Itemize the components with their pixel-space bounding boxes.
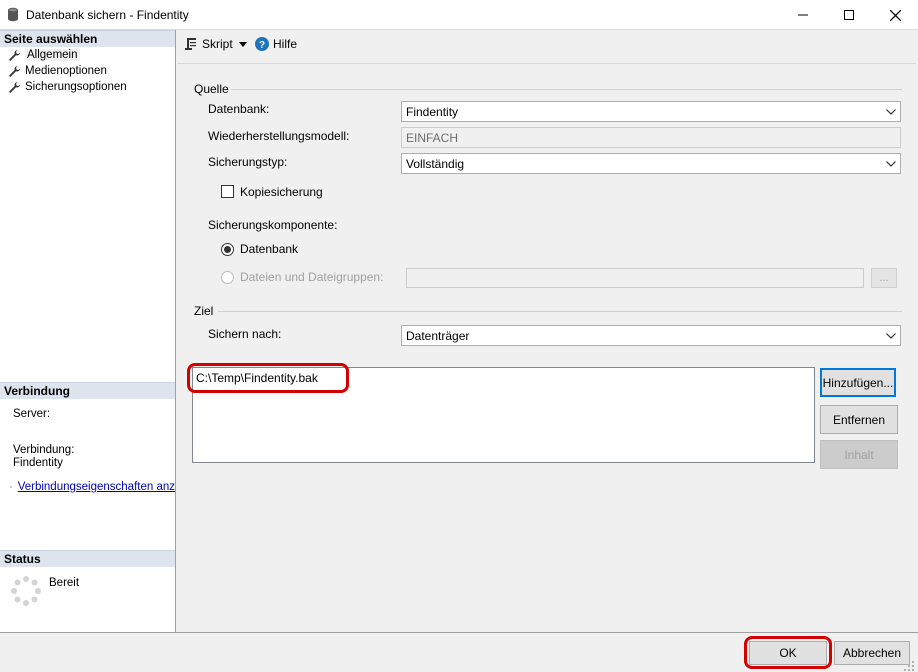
status-text: Bereit: [49, 577, 80, 589]
connection-plug-icon: [10, 486, 12, 488]
connection-label: Verbindung:: [13, 444, 75, 456]
maximize-button[interactable]: [826, 0, 872, 30]
backup-to-label: Sichern nach:: [208, 327, 282, 341]
remove-button[interactable]: Entfernen: [820, 405, 898, 434]
recovery-model-label: Wiederherstellungsmodell:: [208, 129, 350, 143]
left-panel: Seite auswählen Allgemein Medienoptionen…: [0, 30, 176, 632]
page-item-label: Allgemein: [25, 49, 80, 61]
svg-text:?: ?: [259, 40, 265, 51]
backup-type-label: Sicherungstyp:: [208, 155, 288, 169]
window-title: Datenbank sichern - Findentity: [26, 8, 189, 22]
backup-type-value: Vollständig: [406, 156, 465, 171]
help-label: Hilfe: [273, 37, 298, 51]
backup-component-label: Sicherungskomponente:: [208, 218, 338, 232]
source-group-line: [231, 89, 902, 90]
component-files-label: Dateien und Dateigruppen:: [240, 270, 384, 284]
component-files-radio[interactable]: [221, 271, 234, 284]
chevron-down-icon: [886, 332, 896, 339]
wrench-icon: [9, 65, 20, 77]
status-header: Status: [0, 550, 175, 567]
pages-header: Seite auswählen: [0, 30, 175, 47]
component-database-radio[interactable]: [221, 243, 234, 256]
progress-spinner-icon: [11, 576, 41, 606]
wrench-icon: [9, 81, 20, 93]
database-label: Datenbank:: [208, 102, 270, 116]
content-panel: Quelle Datenbank: Findentity Wiederherst…: [177, 63, 916, 632]
chevron-down-icon[interactable]: [239, 42, 247, 47]
backup-to-select[interactable]: Datenträger: [401, 325, 901, 346]
help-icon: ?: [255, 37, 269, 51]
backup-to-value: Datenträger: [406, 328, 470, 343]
database-icon: [8, 7, 18, 22]
minimize-icon: [798, 14, 808, 16]
recovery-model-value: EINFACH: [406, 130, 459, 145]
source-group-label: Quelle: [194, 82, 229, 96]
database-value: Findentity: [406, 104, 459, 119]
chevron-down-icon: [886, 108, 896, 115]
minimize-button[interactable]: [780, 0, 826, 30]
add-button[interactable]: Hinzufügen...: [820, 368, 896, 397]
connection-value: Findentity: [13, 457, 63, 469]
files-browse-button[interactable]: ...: [871, 268, 897, 288]
dialog-footer: OK Abbrechen: [0, 632, 918, 672]
page-item-sicherungsoptionen[interactable]: Sicherungsoptionen: [8, 79, 127, 95]
close-icon: [889, 9, 901, 21]
script-icon: [185, 38, 196, 50]
page-item-medienoptionen[interactable]: Medienoptionen: [8, 63, 107, 79]
destination-group-line: [218, 311, 902, 312]
maximize-icon: [844, 10, 854, 20]
backup-type-select[interactable]: Vollständig: [401, 153, 901, 174]
connection-properties-row: Verbindungseigenschaften anz: [10, 480, 175, 494]
help-button[interactable]: ? Hilfe: [255, 37, 297, 51]
copy-only-label: Kopiesicherung: [240, 185, 323, 199]
chevron-down-icon: [886, 160, 896, 167]
resize-grip-icon[interactable]: [903, 660, 915, 672]
page-item-allgemein[interactable]: Allgemein: [8, 47, 80, 63]
toolbar: Skript ? Hilfe: [177, 31, 918, 59]
page-item-label: Medienoptionen: [25, 65, 107, 77]
destination-group-label: Ziel: [194, 304, 214, 318]
cancel-button[interactable]: Abbrechen: [834, 641, 910, 665]
wrench-icon: [9, 49, 20, 61]
component-database-label: Datenbank: [240, 242, 299, 256]
file-path-highlight: [187, 363, 349, 393]
script-label: Skript: [202, 37, 233, 51]
copy-only-checkbox[interactable]: [221, 185, 234, 198]
database-select[interactable]: Findentity: [401, 101, 901, 122]
close-button[interactable]: [872, 0, 918, 30]
connection-properties-link[interactable]: Verbindungseigenschaften anz: [18, 481, 175, 493]
recovery-model-field: EINFACH: [401, 127, 901, 148]
ok-highlight: [744, 636, 832, 669]
contents-button[interactable]: Inhalt: [820, 440, 898, 469]
page-item-label: Sicherungsoptionen: [25, 81, 127, 93]
script-button[interactable]: Skript: [184, 37, 233, 51]
server-label: Server:: [13, 408, 51, 420]
title-bar: Datenbank sichern - Findentity: [0, 0, 918, 30]
connection-header: Verbindung: [0, 382, 175, 399]
files-filegroups-field: [406, 268, 864, 288]
